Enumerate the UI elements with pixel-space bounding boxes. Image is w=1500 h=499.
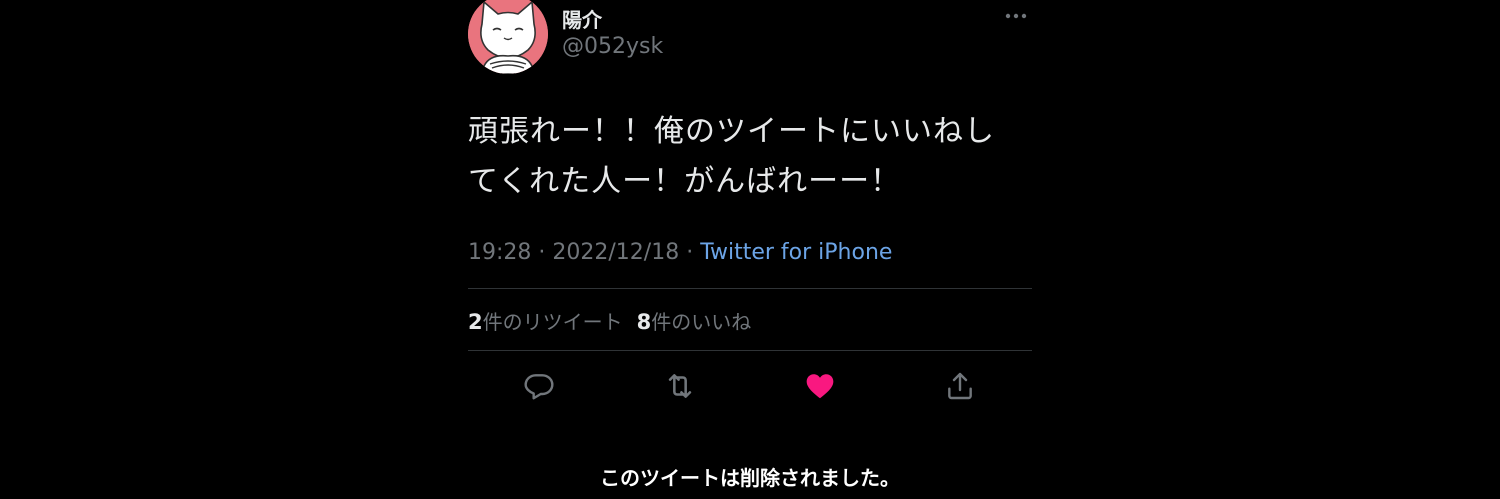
retweets-label: 件のリツイート (482, 310, 623, 334)
separator: · (531, 240, 553, 265)
tweet-source-link[interactable]: Twitter for iPhone (700, 240, 892, 265)
reply-button[interactable] (519, 366, 559, 406)
heart-icon (806, 374, 834, 399)
user-handle[interactable]: @052ysk (562, 34, 663, 59)
ellipsis-icon (1005, 13, 1027, 19)
avatar[interactable] (468, 0, 548, 74)
share-icon (948, 372, 972, 400)
like-button[interactable] (800, 366, 840, 406)
tweet-text-line: 頑張れー！！俺のツイートにいいねし (468, 114, 995, 149)
display-name[interactable]: 陽介 (562, 4, 602, 33)
share-button[interactable] (940, 366, 980, 406)
tweet-text-line: てくれた人ー！がんばれーー！ (468, 164, 902, 199)
retweet-icon (668, 374, 692, 398)
tweet-metadata: 19:28 · 2022/12/18 · Twitter for iPhone (468, 240, 892, 265)
likes-label: 件のいいね (651, 310, 752, 334)
retweet-button[interactable] (660, 366, 700, 406)
cat-avatar-icon (468, 0, 548, 74)
tweet-time[interactable]: 19:28 (468, 240, 531, 265)
tweet-date[interactable]: 2022/12/18 (552, 240, 679, 265)
action-bar (468, 366, 1032, 406)
retweets-count: 2 (468, 310, 483, 334)
divider (468, 350, 1032, 351)
more-options-button[interactable] (1004, 6, 1028, 26)
divider (468, 288, 1032, 289)
retweets-stat[interactable]: 2件のリツイート (468, 310, 623, 334)
tweet-card: 陽介 @052ysk 頑張れー！！俺のツイートにいいねし てくれた人ー！がんばれ… (468, 0, 1032, 499)
tweet-text: 頑張れー！！俺のツイートにいいねし てくれた人ー！がんばれーー！ (468, 107, 1032, 207)
likes-count: 8 (636, 310, 652, 334)
speech-bubble-icon (524, 374, 554, 400)
separator: · (679, 240, 701, 265)
deleted-tweet-notice: このツイートは削除されました。 (600, 466, 900, 490)
likes-stat[interactable]: 8件のいいね (637, 310, 752, 334)
engagement-stats: 2件のリツイート 8件のいいね (468, 306, 751, 335)
